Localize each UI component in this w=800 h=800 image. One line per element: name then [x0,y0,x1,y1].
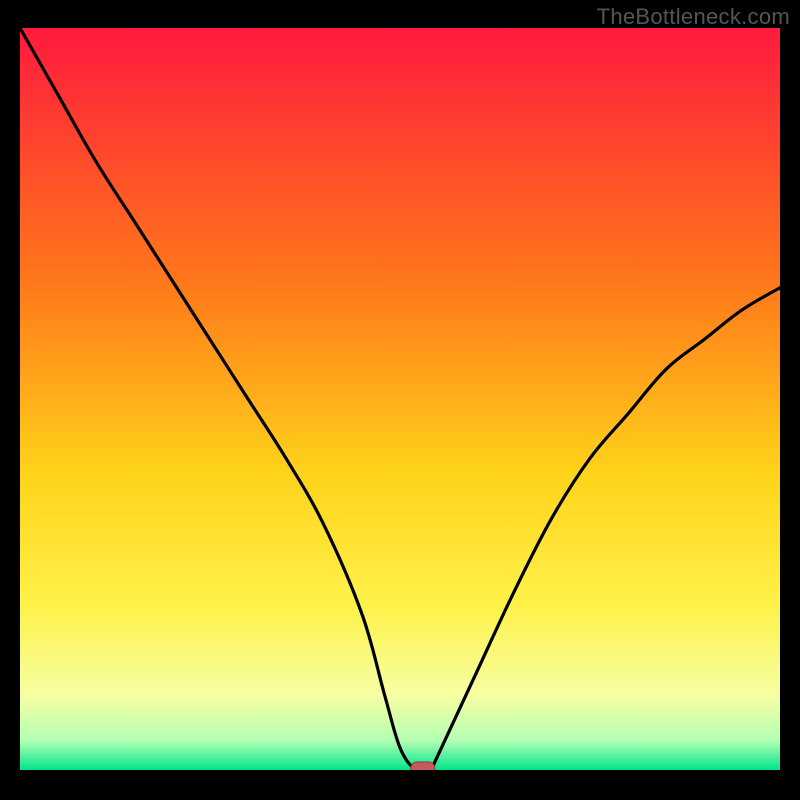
gradient-background [20,28,780,770]
bottleneck-plot [20,28,780,770]
plot-svg [20,28,780,770]
chart-frame: TheBottleneck.com [0,0,800,800]
watermark-text: TheBottleneck.com [597,4,790,30]
minimum-marker [411,762,435,770]
